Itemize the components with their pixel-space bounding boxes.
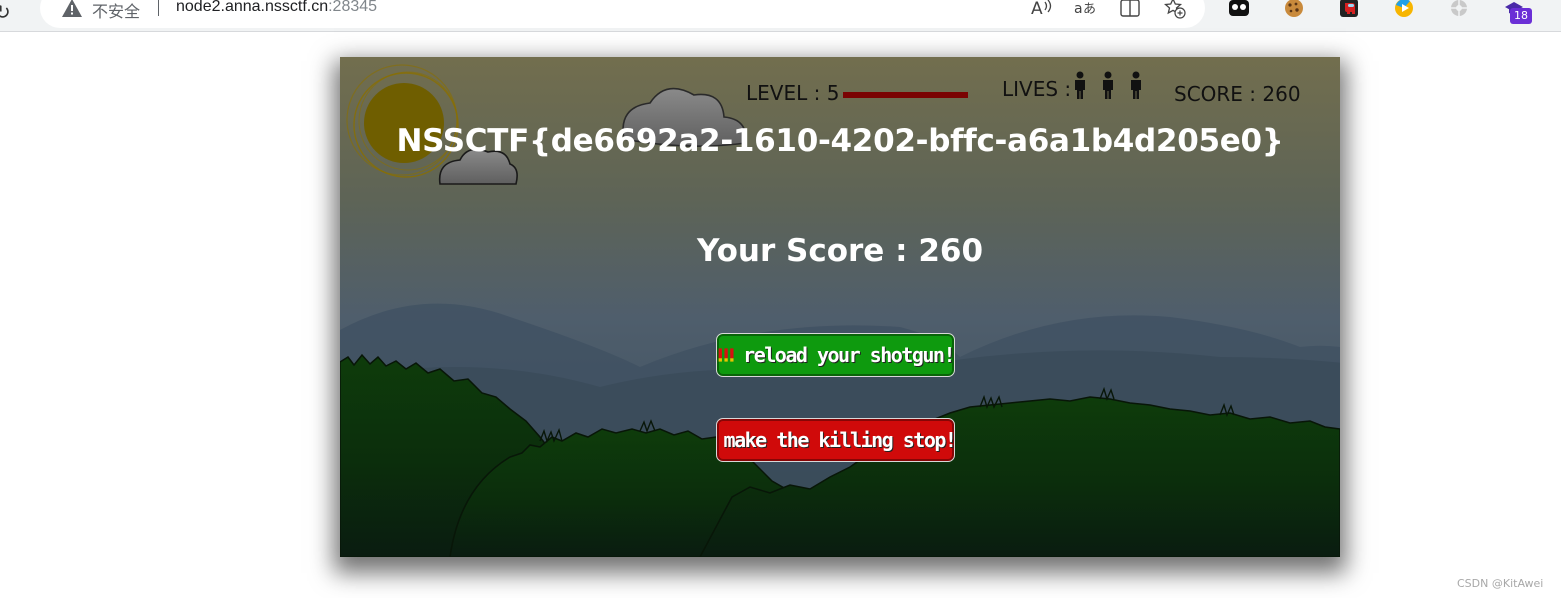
level-progress-bar xyxy=(843,92,968,98)
url-divider xyxy=(158,0,159,16)
reload-icon[interactable]: ↻ xyxy=(0,2,11,22)
extension-badge: 18 xyxy=(1510,8,1532,24)
game-canvas[interactable]: LEVEL : 5 LIVES : SCORE : 260 NSSCTF{de6… xyxy=(340,57,1340,557)
split-screen-icon[interactable] xyxy=(1119,0,1141,19)
stop-button-label: make the killing stop! xyxy=(723,428,957,452)
svg-text:あ: あ xyxy=(1083,2,1096,17)
lives-label: LIVES : xyxy=(1002,77,1072,101)
translate-icon[interactable]: aあ xyxy=(1074,0,1096,19)
final-score: Your Score : 260 xyxy=(696,233,984,269)
svg-text:a: a xyxy=(1074,1,1083,17)
browser-toolbar: ↻ 不安全 node2.anna.nssctf.cn:28345 A aあ 18 xyxy=(0,0,1561,32)
sun xyxy=(346,64,459,178)
shotgun-shells-icon xyxy=(718,348,734,362)
watermark: CSDN @KitAwei xyxy=(1457,577,1544,590)
favorites-add-icon[interactable] xyxy=(1164,0,1186,19)
extension-icon-gray[interactable] xyxy=(1448,0,1470,19)
life-person-icon xyxy=(1075,71,1085,99)
flag-text: NSSCTF{de6692a2-1610-4202-bffc-a6a1b4d20… xyxy=(396,123,1284,159)
score-label: SCORE : 260 xyxy=(1174,82,1301,106)
security-status-label[interactable]: 不安全 xyxy=(92,0,140,22)
stop-killing-button[interactable]: make the killing stop! xyxy=(716,418,957,462)
reload-button-label: reload your shotgun! xyxy=(743,343,955,367)
url-port: :28345 xyxy=(328,0,378,15)
svg-text:A: A xyxy=(1031,0,1043,18)
extension-icon-cookie[interactable] xyxy=(1283,0,1305,19)
url-host: node2.anna.nssctf.cn xyxy=(176,0,329,15)
life-person-icon xyxy=(1131,71,1141,99)
url-text[interactable]: node2.anna.nssctf.cn:28345 xyxy=(176,0,377,16)
extension-icon-1[interactable] xyxy=(1228,0,1250,19)
read-aloud-icon[interactable]: A xyxy=(1031,0,1053,19)
level-label: LEVEL : 5 xyxy=(746,81,840,105)
reload-shotgun-button[interactable]: reload your shotgun! xyxy=(716,333,955,377)
extension-icon-play[interactable] xyxy=(1393,0,1415,19)
warning-icon[interactable] xyxy=(62,0,82,17)
life-person-icon xyxy=(1103,71,1113,99)
extension-icon-among-us[interactable] xyxy=(1338,0,1360,19)
